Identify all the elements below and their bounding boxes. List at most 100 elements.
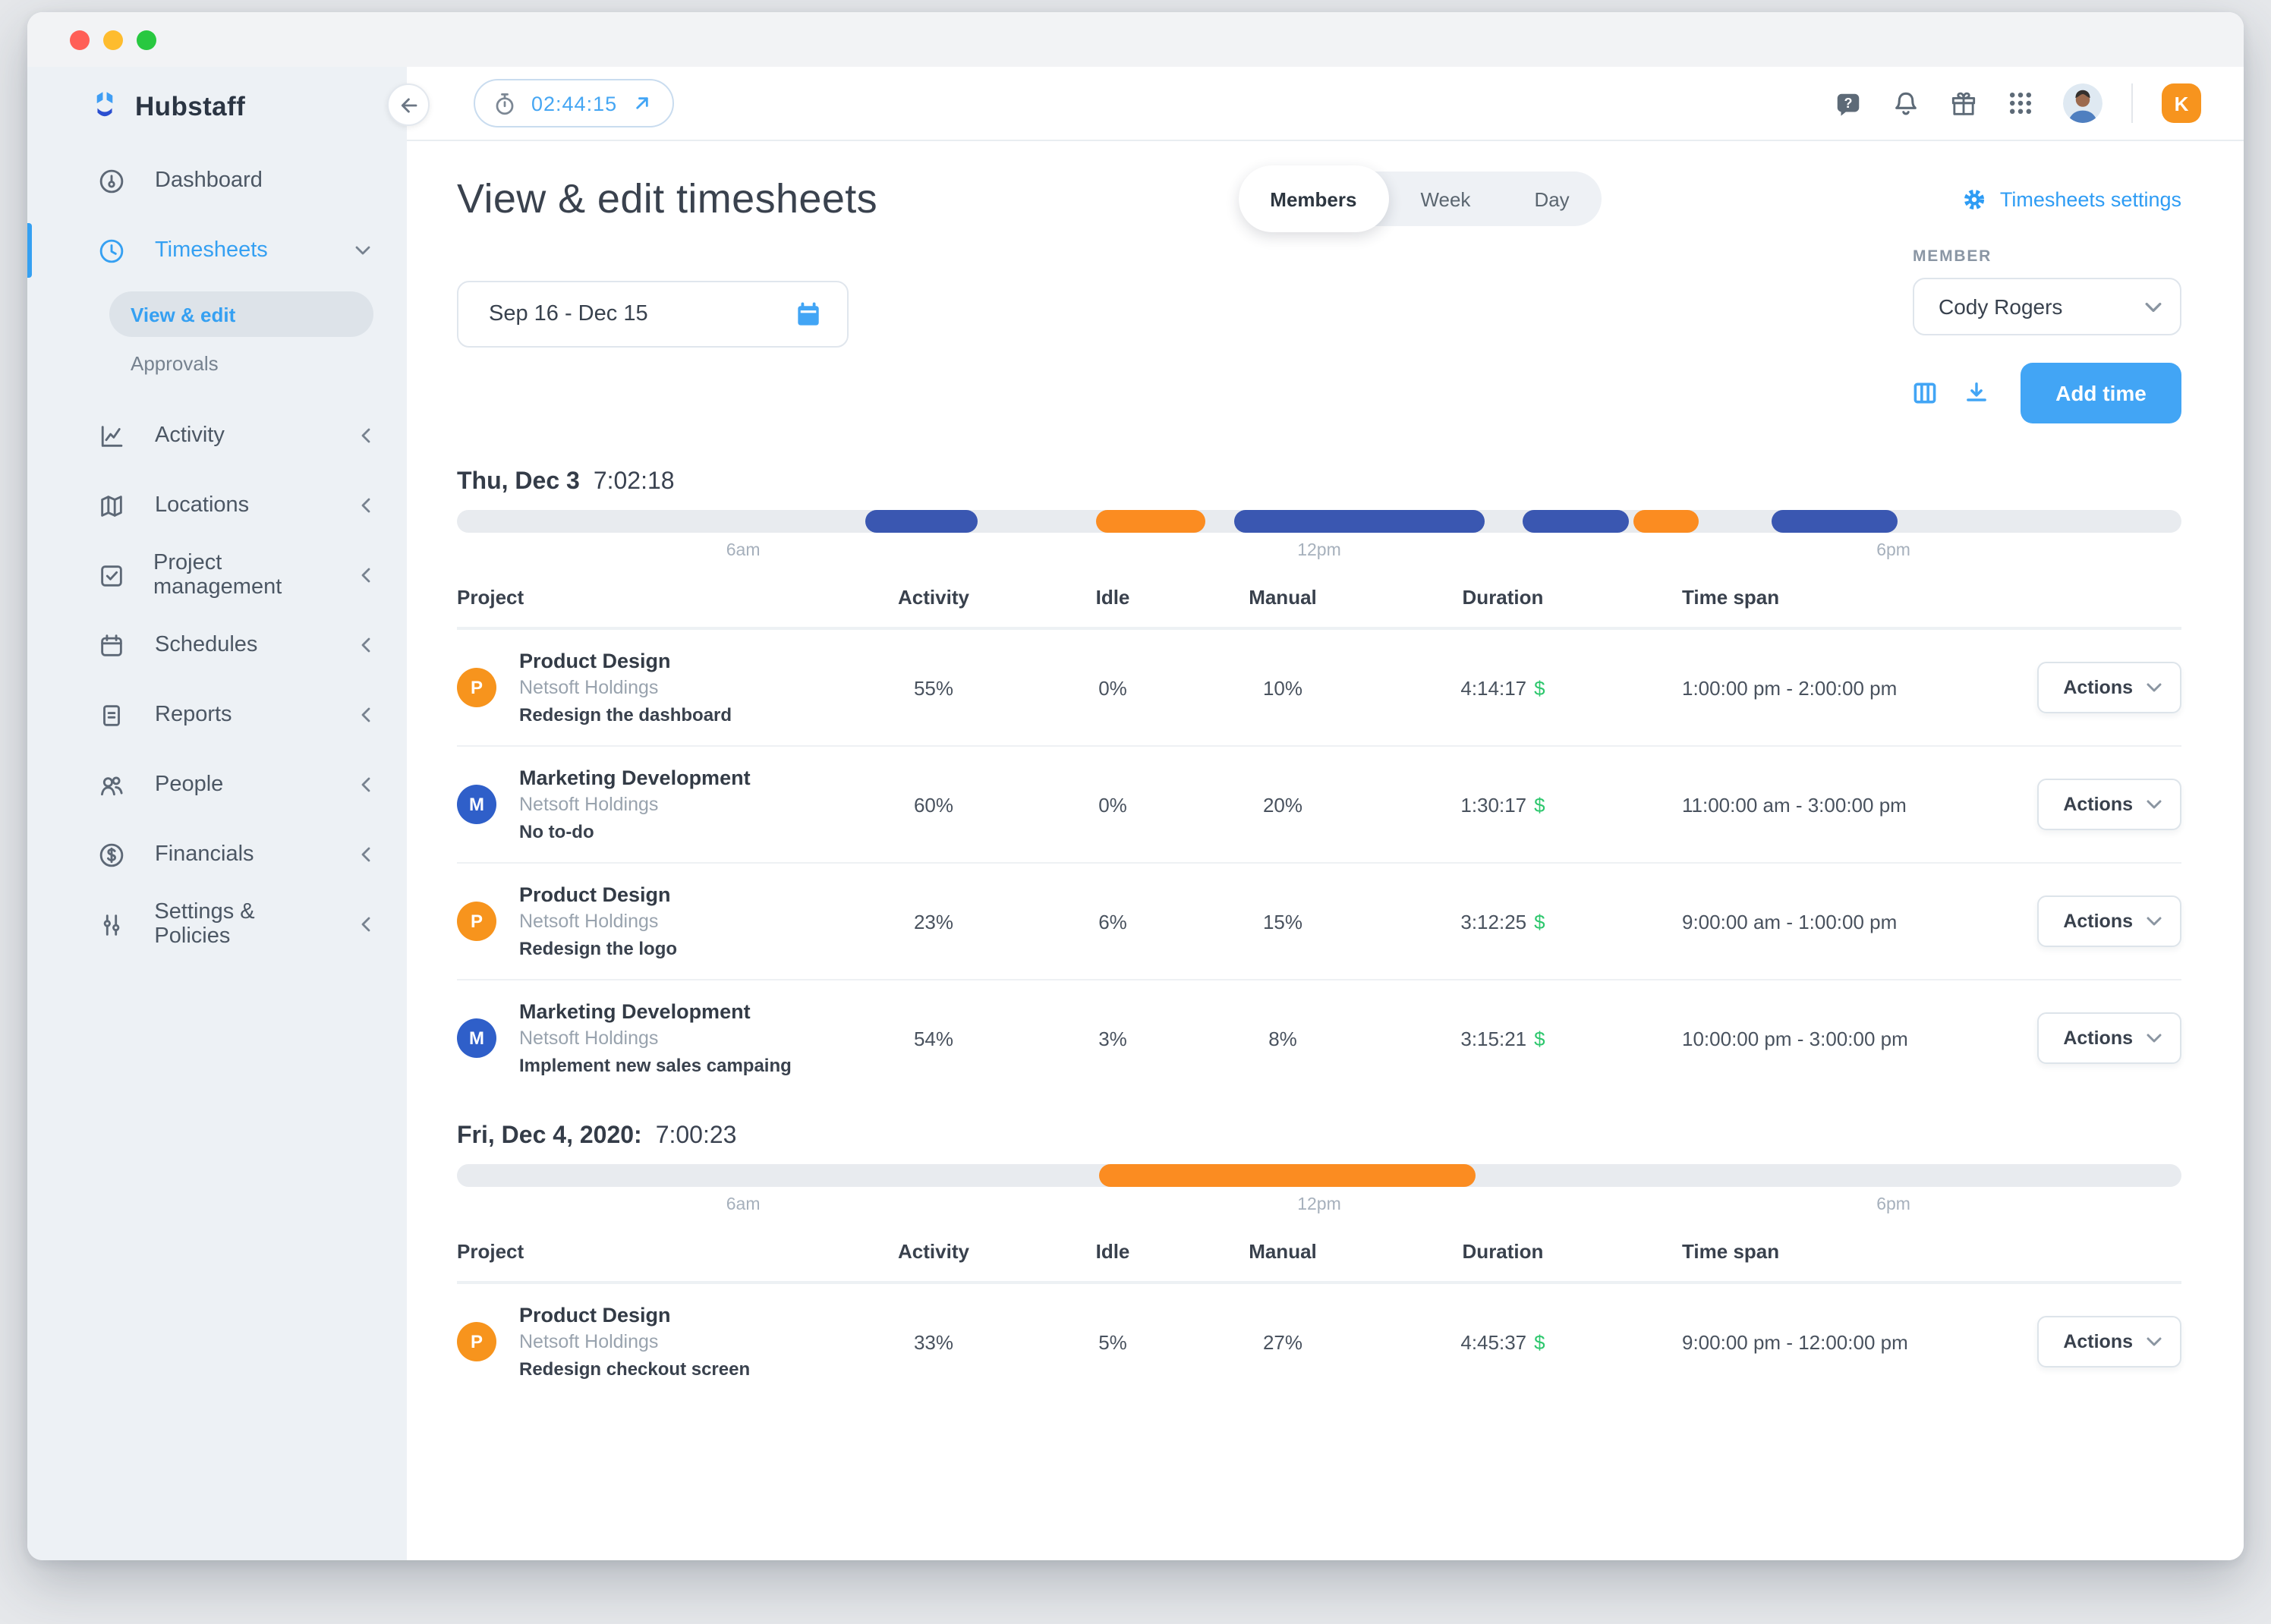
timeline-track	[457, 1164, 2181, 1187]
user-avatar[interactable]	[2063, 83, 2102, 123]
tab-day[interactable]: Day	[1502, 172, 1601, 226]
sidebar-item-project-management[interactable]: Project management	[27, 540, 407, 610]
timeline-segment-orange[interactable]	[1098, 1164, 1476, 1187]
sidebar-item-financials[interactable]: Financials	[27, 820, 407, 889]
day-rows: P Product Design Netsoft Holdings Redesi…	[457, 630, 2181, 1096]
notifications-bell-icon[interactable]	[1891, 89, 1920, 118]
sidebar-nav: Dashboard Timesheets View & edit Approva…	[27, 146, 407, 959]
date-range-picker[interactable]: Sep 16 - Dec 15	[457, 281, 849, 348]
timesheets-settings-link[interactable]: Timesheets settings	[1962, 186, 2181, 212]
timeline-track	[457, 510, 2181, 533]
sidebar-subitem-view-edit[interactable]: View & edit	[109, 291, 373, 337]
project-avatar: P	[457, 668, 496, 707]
cell-duration-value: 3:15:21	[1460, 1027, 1526, 1050]
content-area: View & edit timesheets Members Week Day	[407, 141, 2244, 1560]
day-total: 7:00:23	[656, 1123, 737, 1150]
day-heading: Thu, Dec 3 7:02:18	[457, 469, 2181, 496]
columns-icon[interactable]	[1911, 379, 1939, 407]
sidebar: Hubstaff Dashboard Timesheets View & edi…	[27, 67, 407, 1560]
cell-manual: 10%	[1195, 676, 1371, 699]
window-titlebar	[27, 12, 2244, 67]
member-filter: MEMBER Cody Rogers	[1913, 247, 2181, 335]
member-select[interactable]: Cody Rogers	[1913, 278, 2181, 335]
k-badge[interactable]: K	[2162, 83, 2201, 123]
gift-icon[interactable]	[1949, 89, 1978, 118]
chevron-down-icon	[355, 246, 370, 255]
cell-idle: 0%	[1031, 793, 1195, 816]
actions-label: Actions	[2063, 911, 2133, 932]
actions-button[interactable]: Actions	[2037, 895, 2181, 947]
traffic-light-minimize-icon[interactable]	[103, 30, 123, 49]
calendar-icon	[97, 631, 128, 659]
cell-timespan: 9:00:00 pm - 12:00:00 pm	[1635, 1330, 2036, 1353]
cell-manual: 20%	[1195, 793, 1371, 816]
project-name: Marketing Development	[519, 1000, 792, 1023]
cell-activity: 60%	[836, 793, 1031, 816]
project-name: Product Design	[519, 650, 732, 672]
project-name: Marketing Development	[519, 766, 751, 789]
timeline-tick-label: 6am	[726, 542, 761, 560]
svg-text:?: ?	[1844, 95, 1852, 110]
project-cell: P Product Design Netsoft Holdings Redesi…	[457, 883, 836, 959]
timeline-segment-blue[interactable]	[1523, 510, 1630, 533]
timeline-segment-orange[interactable]	[1097, 510, 1205, 533]
cell-duration-value: 3:12:25	[1460, 910, 1526, 933]
view-tabs: Members Week Day	[1238, 172, 1601, 226]
traffic-light-zoom-icon[interactable]	[137, 30, 156, 49]
timeline-segment-orange[interactable]	[1633, 510, 1699, 533]
timeline-segment-blue[interactable]	[1235, 510, 1485, 533]
actions-button[interactable]: Actions	[2037, 1316, 2181, 1367]
sidebar-subitem-approvals[interactable]: Approvals	[109, 340, 373, 386]
timeline-segment-blue[interactable]	[1771, 510, 1897, 533]
sidebar-item-schedules[interactable]: Schedules	[27, 610, 407, 680]
sidebar-item-settings-policies[interactable]: Settings & Policies	[27, 889, 407, 959]
nav-label: Financials	[155, 842, 254, 867]
actions-button[interactable]: Actions	[2037, 779, 2181, 830]
add-time-button[interactable]: Add time	[2021, 363, 2181, 423]
arrow-left-icon	[397, 93, 420, 116]
day-date: Fri, Dec 4, 2020:	[457, 1123, 642, 1150]
project-cell: P Product Design Netsoft Holdings Redesi…	[457, 650, 836, 725]
cell-activity: 33%	[836, 1330, 1031, 1353]
member-label: MEMBER	[1913, 247, 2181, 266]
sidebar-item-locations[interactable]: Locations	[27, 471, 407, 540]
sidebar-item-dashboard[interactable]: Dashboard	[27, 146, 407, 216]
sidebar-item-timesheets[interactable]: Timesheets	[27, 216, 407, 285]
table-row: P Product Design Netsoft Holdings Redesi…	[457, 1284, 2181, 1399]
app-logo[interactable]: Hubstaff	[27, 67, 407, 146]
cell-timespan: 10:00:00 pm - 3:00:00 pm	[1635, 1027, 2036, 1050]
download-icon[interactable]	[1963, 379, 1990, 407]
timeline-ticks: 6am12pm6pm	[457, 533, 2181, 563]
people-icon	[97, 770, 128, 799]
chevron-down-icon	[2145, 301, 2162, 312]
tab-members[interactable]: Members	[1238, 165, 1388, 232]
actions-label: Actions	[2063, 677, 2133, 698]
gear-icon	[1962, 186, 1988, 212]
timer-widget[interactable]: 02:44:15	[474, 79, 673, 127]
column-header-project: Project	[457, 585, 836, 608]
actions-button[interactable]: Actions	[2037, 662, 2181, 713]
project-cell: P Product Design Netsoft Holdings Redesi…	[457, 1304, 836, 1380]
apps-grid-icon[interactable]	[2007, 90, 2034, 117]
table-row: P Product Design Netsoft Holdings Redesi…	[457, 630, 2181, 747]
tab-week[interactable]: Week	[1388, 172, 1502, 226]
column-header-idle: Idle	[1031, 585, 1195, 608]
chevron-down-icon	[2147, 800, 2162, 809]
help-icon[interactable]: ?	[1834, 89, 1863, 118]
sidebar-item-people[interactable]: People	[27, 750, 407, 820]
back-button[interactable]	[387, 83, 430, 126]
project-task: Redesign the logo	[519, 938, 677, 959]
column-header-project: Project	[457, 1239, 836, 1262]
column-header-manual: Manual	[1195, 1239, 1371, 1262]
sidebar-item-reports[interactable]: Reports	[27, 680, 407, 750]
project-avatar: M	[457, 785, 496, 824]
cell-timespan: 1:00:00 pm - 2:00:00 pm	[1635, 676, 2036, 699]
chevron-left-icon	[361, 917, 370, 932]
traffic-light-close-icon[interactable]	[70, 30, 90, 49]
timeline-segment-blue[interactable]	[865, 510, 978, 533]
cell-timespan: 11:00:00 am - 3:00:00 pm	[1635, 793, 2036, 816]
sidebar-item-activity[interactable]: Activity	[27, 401, 407, 471]
money-indicator: $	[1534, 793, 1545, 816]
brand-name: Hubstaff	[135, 90, 245, 122]
actions-button[interactable]: Actions	[2037, 1012, 2181, 1064]
